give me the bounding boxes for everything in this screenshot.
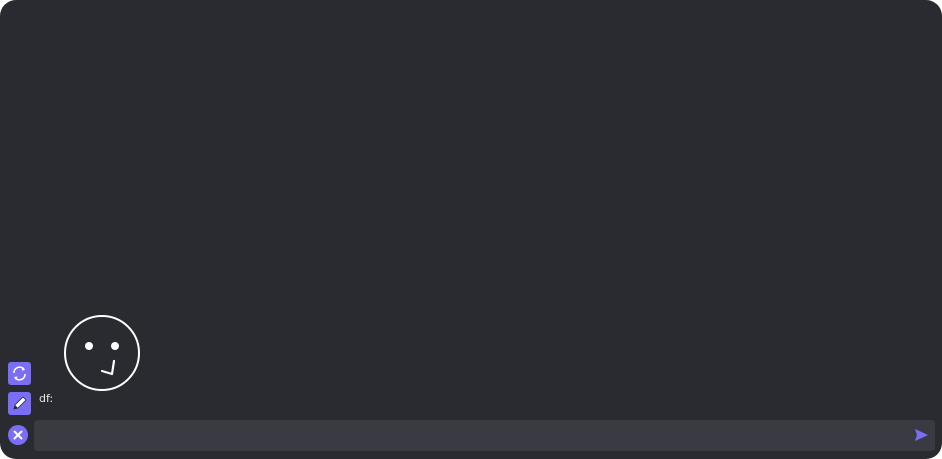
chat-window: df: [0, 0, 942, 459]
speaker-label: df: [39, 392, 54, 405]
cancel-button[interactable] [8, 425, 28, 445]
pencil-icon [13, 396, 27, 410]
send-icon [914, 429, 928, 441]
send-button[interactable] [913, 427, 929, 443]
face-thinking-icon [64, 315, 140, 391]
composer-bar [34, 420, 935, 451]
message-input[interactable] [42, 420, 902, 451]
edit-button[interactable] [8, 392, 31, 415]
refresh-icon [13, 366, 26, 381]
close-icon [13, 430, 23, 440]
refresh-button[interactable] [8, 362, 31, 385]
avatar [63, 314, 141, 392]
